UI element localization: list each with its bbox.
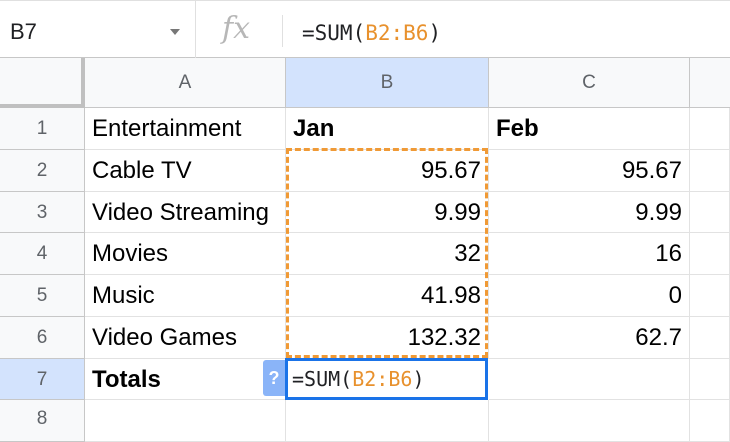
fx-icon: fx — [222, 11, 251, 46]
cell-a1[interactable]: Entertainment — [85, 108, 286, 150]
cell-a7[interactable]: Totals — [85, 359, 286, 400]
editor-formula-suffix: ) — [412, 367, 425, 391]
cell-d1[interactable] — [690, 108, 730, 150]
row-header-4[interactable]: 4 — [0, 233, 85, 275]
cell-b3[interactable]: 9.99 — [286, 192, 489, 233]
cell-c6[interactable]: 62.7 — [489, 317, 690, 359]
cell-d8[interactable] — [690, 400, 730, 442]
cell-c7[interactable] — [489, 359, 690, 400]
cell-c1[interactable]: Feb — [489, 108, 690, 150]
editor-formula-prefix: =SUM( — [292, 367, 353, 391]
cell-a6[interactable]: Video Games — [85, 317, 286, 359]
cell-b1[interactable]: Jan — [286, 108, 489, 150]
cell-d6[interactable] — [690, 317, 730, 359]
cell-c3[interactable]: 9.99 — [489, 192, 690, 233]
cell-c8[interactable] — [489, 400, 690, 442]
column-header-c[interactable]: C — [489, 58, 690, 108]
formula-range-ref: B2:B6 — [365, 21, 429, 45]
cell-a2[interactable]: Cable TV — [85, 150, 286, 192]
row-header-3[interactable]: 3 — [0, 192, 85, 233]
row-header-2[interactable]: 2 — [0, 150, 85, 192]
cell-b4[interactable]: 32 — [286, 233, 489, 275]
name-box-cell-ref: B7 — [10, 19, 37, 44]
cell-d4[interactable] — [690, 233, 730, 275]
cell-a8[interactable] — [85, 400, 286, 442]
column-header-d[interactable] — [690, 58, 730, 108]
cell-d7[interactable] — [690, 359, 730, 400]
row-header-5[interactable]: 5 — [0, 275, 85, 317]
cell-a3[interactable]: Video Streaming — [85, 192, 286, 233]
cell-a5[interactable]: Music — [85, 275, 286, 317]
cell-c5[interactable]: 0 — [489, 275, 690, 317]
column-header-a[interactable]: A — [85, 58, 286, 108]
select-all-corner[interactable] — [0, 58, 85, 108]
cell-d3[interactable] — [690, 192, 730, 233]
row-header-1[interactable]: 1 — [0, 108, 85, 150]
cell-c4[interactable]: 16 — [489, 233, 690, 275]
chevron-down-icon[interactable] — [170, 29, 180, 35]
name-box[interactable]: B7 — [0, 1, 196, 59]
formula-bar-divider — [282, 15, 283, 47]
cell-b8[interactable] — [286, 400, 489, 442]
cell-b6[interactable]: 132.32 — [286, 317, 489, 359]
cell-a4[interactable]: Movies — [85, 233, 286, 275]
cell-b2[interactable]: 95.67 — [286, 150, 489, 192]
formula-suffix: ) — [428, 21, 442, 45]
cell-d5[interactable] — [690, 275, 730, 317]
cell-c2[interactable]: 95.67 — [489, 150, 690, 192]
formula-help-button[interactable]: ? — [263, 360, 285, 396]
formula-bar: B7 fx =SUM(B2:B6) — [0, 0, 730, 59]
row-header-6[interactable]: 6 — [0, 317, 85, 359]
editor-formula-range: B2:B6 — [352, 367, 413, 391]
row-header-8[interactable]: 8 — [0, 400, 85, 442]
active-cell-editor-b7[interactable]: =SUM(B2:B6) — [285, 358, 488, 400]
formula-input[interactable]: =SUM(B2:B6) — [302, 21, 441, 45]
column-header-b[interactable]: B — [286, 58, 489, 108]
cell-b5[interactable]: 41.98 — [286, 275, 489, 317]
row-header-7[interactable]: 7 — [0, 359, 85, 400]
cell-d2[interactable] — [690, 150, 730, 192]
formula-prefix: =SUM( — [302, 21, 366, 45]
